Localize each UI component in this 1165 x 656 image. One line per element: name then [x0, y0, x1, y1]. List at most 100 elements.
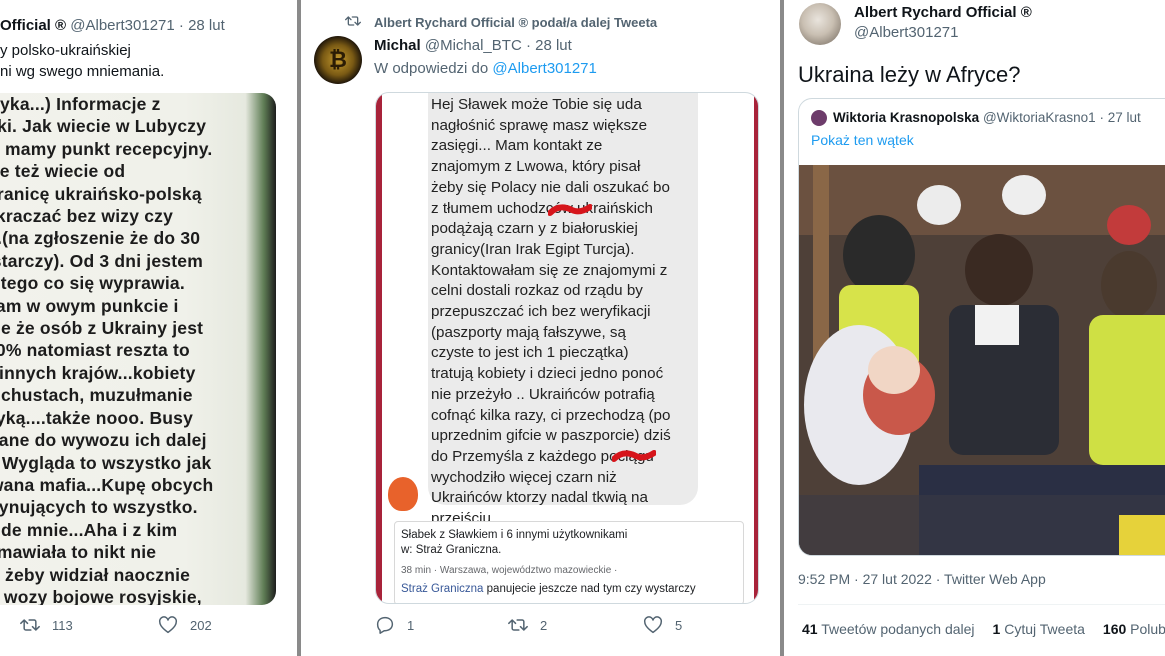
- tweet-text-line: ni wg swego mniemania.: [0, 63, 165, 80]
- tweet-media-image[interactable]: sc łyka...) Informacje zj ręki. Jak wiec…: [0, 93, 276, 605]
- tweet-date[interactable]: 28 lut: [535, 37, 572, 54]
- retweets-stat[interactable]: 41 Tweetów podanych dalej: [802, 621, 975, 637]
- message-text-line: cofnąć kilka razy, ci przechodzą (po: [431, 406, 671, 424]
- screenshot-text-line: j ręki. Jak wiecie w Lubyczy: [0, 116, 207, 137]
- quoted-photo[interactable]: [799, 165, 1165, 555]
- avatar[interactable]: [799, 3, 841, 45]
- quotes-stat[interactable]: 1 Cytuj Tweeta: [993, 621, 1085, 637]
- tweet-header: Official ® @Albert301271 · 28 lut: [0, 17, 225, 34]
- tweet-actions: 1 2 5: [301, 616, 780, 640]
- message-text-line: nie przeżyło .. Ukraińców potrafią: [431, 385, 655, 403]
- reply-button[interactable]: 1: [375, 616, 414, 634]
- tweet-panel-middle: Albert Rychard Official ® podał/a dalej …: [301, 0, 780, 656]
- tweet-actions: 113 202: [0, 616, 297, 640]
- avatar: [811, 110, 827, 126]
- scribble-redaction: [548, 204, 592, 216]
- tweet-panel-left: Official ® @Albert301271 · 28 lut y pols…: [0, 0, 297, 656]
- heart-icon: [644, 616, 662, 634]
- screenshot-text-line: awiane do wywozu ich dalej: [0, 430, 207, 451]
- screenshot-text-line: czy wozy bojowe rosyjskie,: [0, 586, 202, 605]
- show-thread-link[interactable]: Pokaż ten wątek: [811, 132, 914, 148]
- facebook-post-preview: Słabek z Sławkiem i 6 innymi użytkownika…: [394, 521, 744, 603]
- fb-body-line: Straż Graniczna panujecie jeszcze nad ty…: [401, 583, 696, 595]
- message-text-line: podążają czarn y z białoruskiej: [431, 220, 638, 238]
- retweet-icon: [508, 619, 528, 631]
- screenshot-text-line: ordynujących to wszystko.: [0, 497, 198, 518]
- tweet-date[interactable]: 28 lut: [188, 17, 225, 34]
- tweet-stats: 41 Tweetów podanych dalej 1 Cytuj Tweeta 1…: [802, 621, 1165, 637]
- likes-count: 160: [1102, 621, 1127, 637]
- quoted-tweet-header: Wiktoria Krasnopolska @WiktoriaKrasno1 ·…: [833, 110, 1141, 125]
- tweet-media-image[interactable]: Hej Sławek może Tobie się uda nagłośnić s…: [375, 92, 759, 604]
- screenshot-text-line: takie że osób z Ukrainy jest: [0, 318, 204, 339]
- author-name[interactable]: Albert Rychard Official ®: [854, 4, 1032, 21]
- screenshot-text-line: wnie też wiecie od: [0, 161, 126, 182]
- tweet-text: Ukraina leży w Afryce?: [798, 62, 1021, 87]
- fb-body-text: panujecie jeszcze nad tym czy wystarczy: [483, 583, 696, 595]
- likes-stat[interactable]: 160 Polub: [1103, 621, 1165, 637]
- screenshot-text-line: dostarczy). Od 3 dni jestem: [0, 250, 203, 271]
- like-button[interactable]: 5: [643, 616, 682, 634]
- message-text-line: do Przemyśla z każdego pociągu: [431, 447, 654, 465]
- retweet-count: 113: [52, 617, 73, 633]
- message-text-line: (paszporty mają fałszywe, są: [431, 323, 626, 341]
- reply-to-link[interactable]: @Albert301271: [492, 60, 596, 77]
- tweet-timestamp[interactable]: 9:52 PM · 27 lut 2022 · Twitter Web App: [798, 571, 1046, 587]
- retweets-label: Tweetów podanych dalej: [821, 621, 975, 637]
- like-count: 202: [190, 617, 212, 633]
- quoted-author-name: Wiktoria Krasnopolska: [833, 110, 980, 125]
- screenshot-text-line: 0-30% natomiast reszta to: [0, 340, 190, 361]
- reply-icon: [376, 616, 394, 634]
- like-button[interactable]: 202: [158, 616, 212, 634]
- retweet-icon: [345, 16, 361, 26]
- retweet-button[interactable]: 2: [508, 616, 547, 634]
- author-handle[interactable]: @Albert301271: [70, 17, 174, 34]
- likes-label: Polub: [1130, 621, 1165, 637]
- quoted-author-handle: @WiktoriaKrasno1: [982, 110, 1096, 125]
- screenshot-text-line: tu...(na zgłoszenie że do 30: [0, 228, 201, 249]
- message-text-line: żeby się Polacy nie dali oszukać bo: [431, 178, 670, 196]
- screenshot-text-line: sc łyka...) Informacje z: [0, 94, 161, 114]
- avatar[interactable]: ₿: [314, 36, 362, 84]
- screenshot-text-line: byłam w owym punkcie i: [0, 295, 179, 316]
- retweet-button[interactable]: 113: [20, 616, 73, 634]
- message-text-line: zasięgi... Mam kontakt ze: [431, 137, 603, 155]
- message-text: Hej Sławek może Tobie się uda nagłośnić s…: [431, 95, 711, 530]
- screenshot-text-line: zowana mafia...Kupę obcych: [0, 474, 214, 495]
- message-text-line: przepuszczać ich bez weryfikacji: [431, 303, 651, 321]
- screenshot-text-line: ód. Wygląda to wszystko jak: [0, 452, 212, 473]
- screenshot-text-line: y z innych krajów...kobiety: [0, 362, 196, 383]
- quoted-tweet[interactable]: Wiktoria Krasnopolska @WiktoriaKrasno1 ·…: [798, 98, 1165, 556]
- message-text-line: czyste to jest ich 1 pieczątka): [431, 344, 629, 362]
- fb-link: Straż Graniczna: [401, 583, 484, 595]
- message-text-line: wychodziło więcej czarn niż: [431, 468, 617, 486]
- screenshot-text-line: kiej mamy punkt recepcyjny.: [0, 138, 213, 159]
- divider: [798, 604, 1165, 605]
- tweet-header: Michal @Michal_BTC · 28 lut: [374, 37, 572, 54]
- screenshot-text-line: rozmawiała to nikt nie: [0, 542, 157, 563]
- retweeted-by-label[interactable]: Albert Rychard Official ® podał/a dalej …: [374, 15, 657, 30]
- tweet-text-line: y polsko-ukraińskiej: [0, 42, 131, 59]
- screenshot-text-line: ch, chustach, muzułmanie: [0, 385, 193, 406]
- fb-author-line: Słabek z Sławkiem i 6 innymi użytkownika…: [401, 529, 628, 541]
- message-text-line: celni dostali rozkaz od rządu by: [431, 282, 643, 300]
- fb-meta-line: 38 min · Warszawa, województwo mazowieck…: [401, 565, 618, 576]
- reply-prefix: W odpowiedzi do: [374, 60, 489, 77]
- separator: ·: [525, 37, 531, 54]
- author-handle[interactable]: @Michal_BTC: [425, 37, 522, 54]
- crowd-photo: [799, 165, 1165, 555]
- screenshot-text-line: em tego co się wyprawia.: [0, 273, 185, 294]
- author-name[interactable]: Michal: [374, 37, 421, 54]
- screenshot-text-line: u granicę ukraińsko-polską: [0, 183, 202, 204]
- message-text-line: Hej Sławek może Tobie się uda: [431, 96, 642, 113]
- message-text-line: uprzednim gifcie w paszporcie) dziś: [431, 427, 671, 445]
- message-text-line: Kontaktowałam się ze znajomymi z: [431, 261, 668, 279]
- heart-icon: [159, 616, 177, 634]
- message-text-line: nagłośnić sprawę masz większe: [431, 116, 648, 134]
- author-name[interactable]: Official ®: [0, 17, 66, 34]
- screenshot-text-line: rzekraczać bez wizy czy: [0, 206, 174, 227]
- retweet-count: 2: [540, 617, 548, 633]
- screenshot-text-line: le ode mnie...Aha i z kim: [0, 519, 178, 540]
- separator: ·: [178, 17, 184, 34]
- author-handle[interactable]: @Albert301271: [854, 24, 958, 41]
